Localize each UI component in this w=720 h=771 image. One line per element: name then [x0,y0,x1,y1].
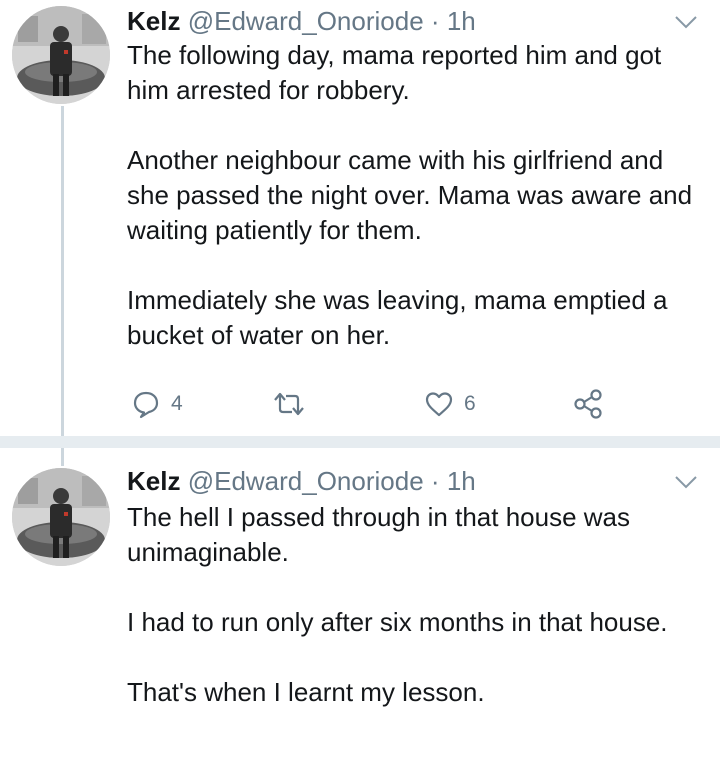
heart-icon [424,389,454,419]
header-separator: · [430,6,440,36]
tweet-actions: 4 6 [127,386,627,422]
like-count: 6 [464,392,476,415]
tweet-paragraph: Immediately she was leaving, mama emptie… [127,285,668,350]
tweet-paragraph: I had to run only after six months in th… [127,607,668,637]
avatar[interactable] [12,6,110,104]
timestamp[interactable]: 1h [447,466,476,496]
tweet-paragraph: The following day, mama reported him and… [127,40,662,105]
tweet-paragraph: The hell I passed through in that house … [127,502,630,567]
tweet-text: The hell I passed through in that house … [127,500,707,710]
author-name[interactable]: Kelz [127,6,180,36]
tweet-text: The following day, mama reported him and… [127,38,707,353]
thread-line [61,448,64,466]
tweet[interactable]: Kelz @Edward_Onoriode · 1h The hell I pa… [0,448,720,771]
author-handle[interactable]: @Edward_Onoriode [188,466,424,496]
reply-count: 4 [171,392,183,415]
tweet[interactable]: Kelz @Edward_Onoriode · 1h The following… [0,0,720,436]
header-separator: · [430,466,440,496]
author-handle[interactable]: @Edward_Onoriode [188,6,424,36]
tweet-header: Kelz @Edward_Onoriode · 1h [127,5,476,37]
timestamp[interactable]: 1h [447,6,476,36]
thread-line [61,106,64,436]
reply-button[interactable]: 4 [131,386,183,422]
chevron-down-icon[interactable] [674,474,698,490]
retweet-icon [272,389,306,419]
share-icon [573,389,605,419]
tweet-paragraph: Another neighbour came with his girlfrie… [127,145,693,245]
tweet-header: Kelz @Edward_Onoriode · 1h [127,465,476,497]
avatar[interactable] [12,468,110,566]
share-button[interactable] [573,386,605,422]
tweet-separator [0,436,720,448]
chevron-down-icon[interactable] [674,14,698,30]
like-button[interactable]: 6 [424,386,476,422]
retweet-button[interactable] [272,386,316,422]
author-name[interactable]: Kelz [127,466,180,496]
tweet-paragraph: That's when I learnt my lesson. [127,677,485,707]
reply-icon [131,389,161,419]
